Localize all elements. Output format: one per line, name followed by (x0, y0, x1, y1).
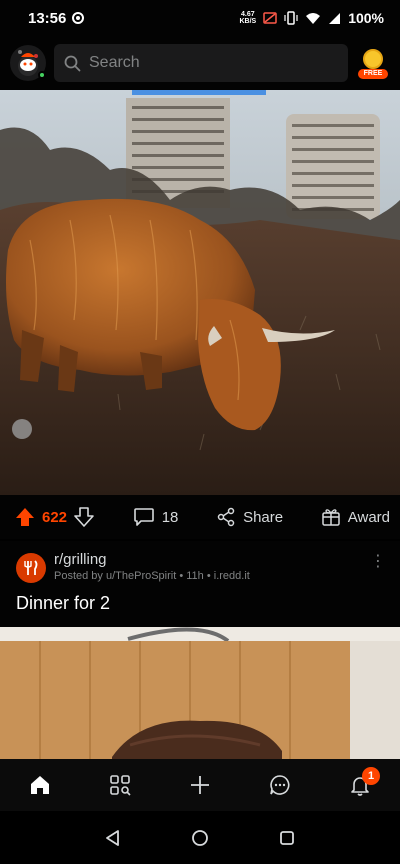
home-button-icon[interactable] (191, 829, 209, 847)
discover-icon (110, 775, 131, 796)
post-action-bar: 622 18 Share Award (0, 495, 400, 539)
image-progress-bar (132, 90, 266, 95)
coin-icon (363, 49, 383, 69)
post-image-highland-cow[interactable] (0, 90, 400, 495)
nav-notifications[interactable]: 1 (340, 765, 380, 805)
search-icon (64, 55, 81, 71)
create-icon (191, 776, 209, 794)
system-nav-bar (0, 811, 400, 864)
award-label: Award (347, 508, 391, 526)
post-card-grilling[interactable]: r/grilling Posted by u/TheProSpirit • 11… (0, 541, 400, 627)
no-sim-icon (263, 12, 277, 24)
subreddit-icon[interactable] (16, 553, 46, 583)
more-options-icon[interactable]: ⋮ (370, 551, 386, 571)
subreddit-name[interactable]: r/grilling (54, 551, 250, 568)
bottom-nav: 1 (0, 759, 400, 811)
status-bar: 13:56 4.67 KB/S 100% (0, 0, 400, 36)
post-title[interactable]: Dinner for 2 (0, 583, 400, 614)
network-speed: 4.67 KB/S (239, 11, 257, 25)
award-button[interactable]: Award (321, 507, 390, 527)
status-time: 13:56 (28, 9, 67, 27)
comment-icon (133, 508, 154, 526)
free-coins-button[interactable]: FREE (356, 45, 390, 81)
post-image-steak[interactable] (0, 627, 400, 759)
downvote-icon[interactable] (73, 506, 95, 528)
signal-icon (329, 12, 341, 24)
search-input[interactable]: Search (54, 44, 348, 82)
nav-home[interactable] (20, 765, 60, 805)
post-header: r/grilling Posted by u/TheProSpirit • 11… (0, 541, 400, 583)
comments-button[interactable]: 18 (133, 507, 179, 527)
chat-icon (270, 775, 290, 795)
avatar[interactable] (10, 45, 46, 81)
status-icons: 4.67 KB/S 100% (239, 10, 384, 26)
online-indicator (38, 71, 46, 79)
upvote-icon[interactable] (14, 506, 36, 528)
wifi-icon (306, 12, 321, 24)
share-button[interactable]: Share (216, 507, 283, 527)
steak-on-board-image (0, 627, 400, 759)
share-icon (217, 507, 235, 527)
back-icon[interactable] (104, 829, 122, 847)
recents-icon[interactable] (278, 829, 296, 847)
battery-level: 100% (348, 10, 384, 26)
comments-count: 18 (161, 508, 179, 526)
notification-badge: 1 (362, 767, 380, 785)
nav-create[interactable] (180, 765, 220, 805)
app-header: Search FREE (0, 36, 400, 90)
vote-count: 622 (42, 508, 68, 526)
nav-chat[interactable] (260, 765, 300, 805)
post-byline: Posted by u/TheProSpirit • 11h • i.redd.… (54, 570, 250, 582)
recording-icon (72, 12, 85, 24)
post-meta: r/grilling Posted by u/TheProSpirit • 11… (54, 551, 250, 582)
nav-discover[interactable] (100, 765, 140, 805)
free-badge: FREE (358, 69, 388, 79)
fork-knife-icon (24, 560, 38, 575)
highland-cow-image (0, 90, 400, 495)
share-label: Share (243, 508, 284, 526)
vibrate-icon (284, 11, 298, 25)
search-placeholder: Search (89, 54, 140, 71)
award-icon (322, 509, 340, 526)
home-icon (31, 776, 49, 794)
